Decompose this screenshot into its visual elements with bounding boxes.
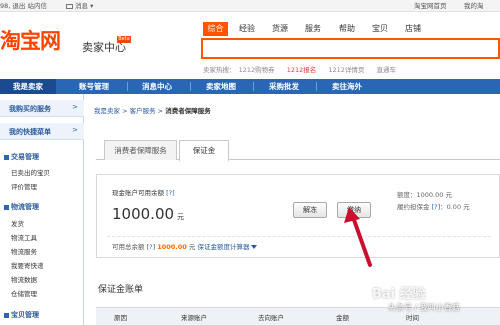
taobao-home-link[interactable]: 淘宝网首页: [414, 1, 447, 11]
sidebar-quick-menu[interactable]: 我的快捷菜单 >: [0, 123, 84, 140]
breadcrumb-item[interactable]: 我是卖家: [94, 107, 120, 115]
caret-down-icon: [251, 245, 258, 249]
breadcrumb-item[interactable]: 客户服务: [130, 107, 156, 115]
column-header: 时间: [406, 314, 419, 322]
available-balance-label: 现金账户可用余额 [?]: [112, 189, 175, 197]
sidebar-item-ship[interactable]: 发货: [11, 218, 24, 228]
sidebar-group-logistics[interactable]: 物流管理: [4, 202, 39, 212]
quota-info: 额度：1000.00 元: [397, 191, 452, 199]
deposit-balance-panel: 现金账户可用余额 [?] 1000.00 元 解冻 缴纳 额度：1000.00 元…: [96, 174, 500, 258]
nav-seller-map[interactable]: 卖家地图: [190, 79, 252, 94]
hot-search-item[interactable]: 1212购物券: [239, 66, 275, 74]
help-link[interactable]: [?]: [432, 203, 441, 211]
sidebar-item-express[interactable]: 我要寄快递: [11, 260, 44, 270]
messages-link[interactable]: 消息 ▾: [66, 1, 93, 11]
my-taobao-link[interactable]: 我的淘: [464, 1, 484, 11]
sidebar-purchased-services[interactable]: 我购买的服务 >: [0, 100, 84, 117]
breadcrumb-current: 消费者保障服务: [165, 107, 211, 115]
search-tab-all[interactable]: 综合: [203, 22, 228, 36]
minus-square-icon: [4, 154, 9, 160]
deposit-statement-title: 保证金账单: [98, 285, 144, 295]
sidebar-item-warehouse[interactable]: 仓储管理: [11, 288, 37, 298]
total-balance-amount: 1000.00: [157, 243, 187, 251]
nav-wholesale[interactable]: 采购批发: [253, 79, 315, 94]
hot-search-item[interactable]: 1212详情页: [328, 66, 364, 74]
taobao-logo[interactable]: 淘宝网: [0, 27, 61, 55]
tab-consumer-protection[interactable]: 消费者保障服务: [104, 140, 177, 160]
divider: [107, 236, 491, 237]
sidebar-item-logistics-service[interactable]: 物流服务: [11, 246, 37, 256]
column-header: 来源账户: [181, 314, 207, 322]
annotation-arrow-icon: [344, 207, 372, 267]
search-input[interactable]: [201, 38, 500, 59]
sidebar-group-trade[interactable]: 交易管理: [4, 152, 39, 162]
nav-messages[interactable]: 消息中心: [127, 79, 187, 94]
minus-square-icon: [4, 204, 9, 210]
sidebar: 我购买的服务 > 我的快捷菜单 > 交易管理 已卖出的宝贝 评价管理 物流管理 …: [0, 94, 84, 325]
hot-search-label: 卖家热搜：: [203, 66, 236, 74]
search-tab-supply[interactable]: 货源: [269, 22, 291, 36]
user-links[interactable]: 98, 退出 站内信: [0, 1, 47, 11]
sidebar-item-sold[interactable]: 已卖出的宝贝: [11, 167, 50, 177]
nav-overseas[interactable]: 卖往海外: [316, 79, 378, 94]
content-tabs: 消费者保障服务 保证金: [96, 140, 500, 161]
hot-search-item[interactable]: 直通车: [376, 66, 396, 74]
unfreeze-button[interactable]: 解冻: [293, 202, 327, 218]
chevron-right-icon: >: [72, 126, 78, 134]
search-tab-help[interactable]: 帮助: [336, 22, 358, 36]
hot-search-item[interactable]: 1212报名: [287, 66, 317, 74]
nav-account[interactable]: 账号管理: [64, 79, 124, 94]
search-tab-service[interactable]: 服务: [302, 22, 324, 36]
column-header: 原因: [114, 314, 127, 322]
beta-badge: Beta: [117, 36, 131, 43]
sidebar-group-items[interactable]: 宝贝管理: [4, 310, 39, 320]
nav-seller[interactable]: 我是卖家: [0, 79, 56, 94]
sidebar-item-reviews[interactable]: 评价管理: [11, 181, 37, 191]
main-nav: 我是卖家 账号管理 消息中心 卖家地图 采购批发 卖往海外: [0, 79, 500, 94]
column-header: 去向账户: [258, 314, 284, 322]
top-utility-bar: 98, 退出 站内信 消息 ▾ 淘宝网首页 我的淘: [0, 0, 500, 12]
hot-searches: 卖家热搜： 1212购物券 1212报名 1212详情页 直通车: [203, 64, 406, 74]
guarantee-info: 履约担保金 [?]：0.00 元: [397, 203, 470, 211]
help-link[interactable]: [?]: [166, 189, 175, 197]
search-tab-experience[interactable]: 经验: [236, 22, 258, 36]
help-link[interactable]: [?]: [147, 243, 156, 251]
sidebar-block-label: 我购买的服务: [9, 105, 51, 113]
sidebar-item-logistics-data[interactable]: 物流数据: [11, 274, 37, 284]
watermark-credit: 头条号 / 我叫小香菇: [388, 303, 460, 312]
sidebar-item-logistics-tools[interactable]: 物流工具: [11, 232, 37, 242]
tab-deposit[interactable]: 保证金: [179, 140, 229, 161]
total-balance: 可用总余额 [?] 1000.00 元 保证金额度计算器: [112, 241, 258, 251]
search-tab-shop[interactable]: 店铺: [402, 22, 424, 36]
quota-calculator-link[interactable]: 保证金额度计算器: [197, 243, 249, 251]
sidebar-block-label: 我的快捷菜单: [9, 128, 51, 136]
available-balance-amount: 1000.00 元: [112, 205, 185, 223]
mail-icon: [66, 3, 73, 9]
search-tab-item[interactable]: 宝贝: [369, 22, 391, 36]
column-header: 金额: [336, 314, 349, 322]
breadcrumb: 我是卖家 > 客户服务 > 消费者保障服务: [94, 107, 211, 115]
watermark: Bai 经验: [372, 287, 426, 302]
minus-square-icon: [4, 312, 9, 318]
chevron-right-icon: >: [72, 103, 78, 111]
